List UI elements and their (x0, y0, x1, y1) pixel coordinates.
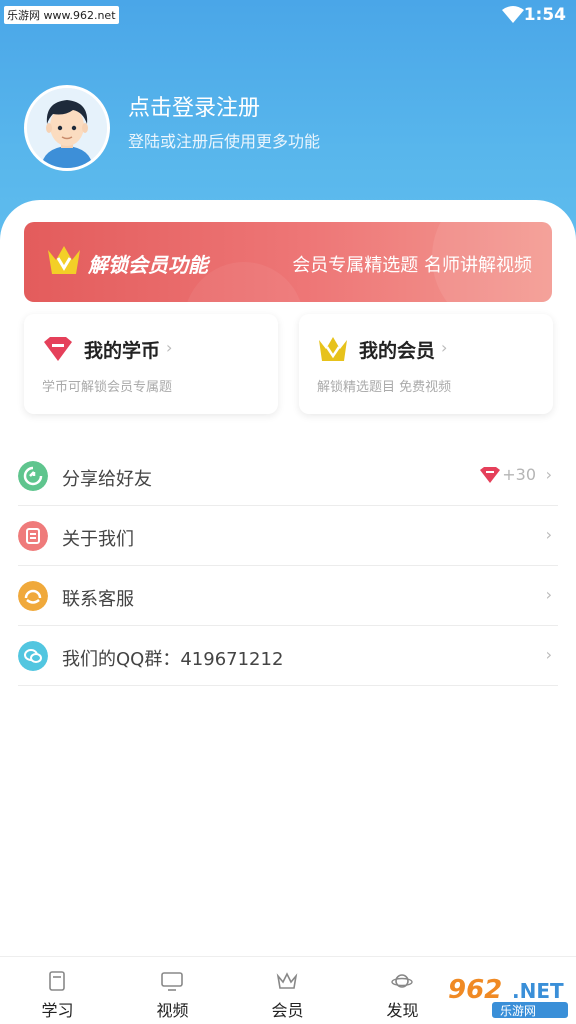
gem-icon (480, 467, 500, 483)
about-icon (18, 521, 48, 551)
list-item-label: 关于我们 (62, 529, 134, 550)
chevron-right-icon: › (545, 645, 552, 664)
my-membership-subtitle: 解锁精选题目 免费视频 (317, 380, 452, 395)
settings-list: 分享给好友 +30 › 关于我们 › 联系客服 › 我们的QQ群：4196712… (18, 446, 558, 686)
avatar[interactable] (24, 85, 110, 171)
list-item-share[interactable]: 分享给好友 +30 › (18, 446, 558, 506)
qq-group-icon (18, 641, 48, 671)
crown-icon (319, 337, 347, 361)
tab-membership[interactable]: 会员 (230, 957, 345, 1024)
gem-icon (44, 337, 72, 361)
my-membership-card[interactable]: 我的会员 › 解锁精选题目 免费视频 (299, 314, 553, 414)
share-icon (18, 461, 48, 491)
wifi-icon (502, 6, 524, 23)
svg-text:962: 962 (448, 975, 502, 1005)
my-coins-card[interactable]: 我的学币 › 学币可解锁会员专属题 (24, 314, 278, 414)
chevron-right-icon: › (441, 338, 448, 357)
support-icon (18, 581, 48, 611)
list-item-label: 分享给好友 (62, 469, 152, 490)
book-icon (49, 971, 65, 991)
watermark-logo: 962 .NET 乐游网 (448, 975, 568, 1018)
chevron-right-icon: › (545, 585, 552, 604)
tab-label: 学习 (41, 1001, 74, 1020)
status-time: 1:54 (523, 5, 566, 25)
watermark-label: 乐游网 www.962.net (4, 6, 119, 24)
chevron-right-icon: › (545, 465, 552, 484)
vip-banner-title: 解锁会员功能 (88, 253, 208, 277)
crown-icon (276, 972, 298, 989)
tab-label: 视频 (156, 1001, 189, 1020)
list-item-qq-group[interactable]: 我们的QQ群：419671212 › (18, 626, 558, 686)
chevron-right-icon: › (545, 525, 552, 544)
my-membership-title: 我的会员 (359, 340, 436, 362)
tab-study[interactable]: 学习 (0, 957, 115, 1024)
avatar-icon (27, 88, 107, 168)
list-item-label: 我们的QQ群：419671212 (62, 649, 284, 670)
vip-unlock-banner[interactable]: 解锁会员功能 会员专属精选题 名师讲解视频 (24, 222, 552, 302)
list-item-support[interactable]: 联系客服 › (18, 566, 558, 626)
status-bar: 乐游网 www.962.net 1:54 (0, 0, 576, 32)
vip-banner-subtitle: 会员专属精选题 名师讲解视频 (292, 255, 532, 276)
chevron-right-icon: › (166, 338, 173, 357)
login-title[interactable]: 点击登录注册 (128, 90, 260, 122)
my-coins-subtitle: 学币可解锁会员专属题 (42, 380, 173, 395)
tab-label: 会员 (271, 1001, 304, 1020)
tab-video[interactable]: 视频 (115, 957, 230, 1024)
tv-icon (161, 972, 183, 991)
svg-text:乐游网: 乐游网 (500, 1004, 536, 1018)
crown-icon (48, 246, 80, 274)
svg-text:.NET: .NET (512, 979, 564, 1003)
list-item-about[interactable]: 关于我们 › (18, 506, 558, 566)
my-coins-title: 我的学币 (84, 340, 161, 362)
list-item-label: 联系客服 (62, 589, 134, 610)
planet-icon (391, 974, 413, 988)
share-bonus: +30 (502, 465, 536, 484)
login-subtitle: 登陆或注册后使用更多功能 (128, 132, 321, 151)
